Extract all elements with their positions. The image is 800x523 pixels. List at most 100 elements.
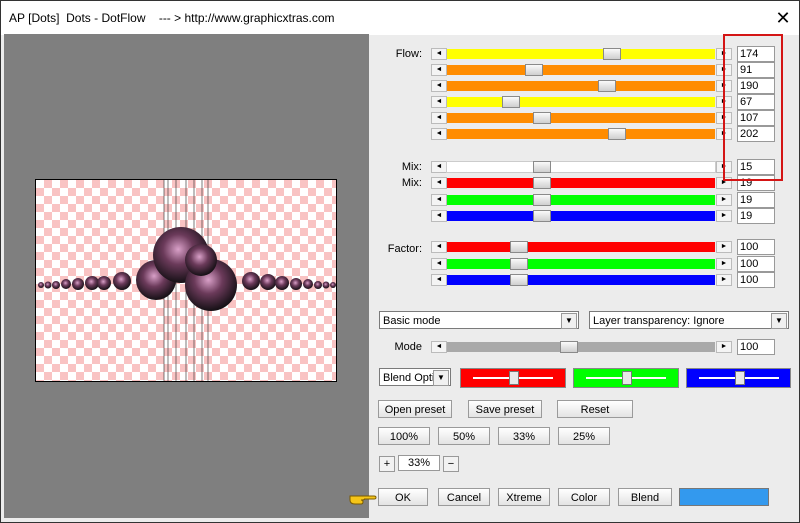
flow-1-slider[interactable] xyxy=(447,48,715,60)
open-preset-button[interactable]: Open preset xyxy=(378,400,452,418)
mix-2-slider[interactable] xyxy=(447,177,715,189)
blue-blend-track xyxy=(699,371,779,385)
flow-5-slider-thumb[interactable] xyxy=(533,112,551,124)
mix-label-2: Mix: xyxy=(401,177,422,189)
preview-image xyxy=(35,179,337,382)
mode-slider-thumb[interactable] xyxy=(560,341,578,353)
green-blend-track xyxy=(586,371,666,385)
factor-3-value[interactable]: 100 xyxy=(737,272,775,288)
layer-transparency-select[interactable]: Layer transparency: Ignore ▼ xyxy=(589,311,789,329)
flow-4-slider[interactable] xyxy=(447,96,715,108)
chevron-down-icon: ▼ xyxy=(433,370,449,386)
zoom-out-button[interactable]: − xyxy=(443,456,459,472)
flow-3-slider[interactable] xyxy=(447,80,715,92)
flow-5-slider[interactable] xyxy=(447,112,715,124)
highlight-box xyxy=(723,34,783,181)
zoom-25-button[interactable]: 25% xyxy=(558,427,610,445)
basic-mode-value: Basic mode xyxy=(383,315,441,327)
blend-color-swatch[interactable] xyxy=(679,488,769,506)
xtreme-button[interactable]: Xtreme xyxy=(498,488,550,506)
factor-1-arrow-right[interactable]: ► xyxy=(716,241,732,253)
zoom-100-button[interactable]: 100% xyxy=(378,427,430,445)
flow-6-arrow-left[interactable]: ◄ xyxy=(431,128,447,140)
factor-2-arrow-right[interactable]: ► xyxy=(716,258,732,270)
flow-3-slider-thumb[interactable] xyxy=(598,80,616,92)
mix-2-arrow-left[interactable]: ◄ xyxy=(431,177,447,189)
mix-2-slider-thumb[interactable] xyxy=(533,177,551,189)
chevron-down-icon: ▼ xyxy=(561,313,577,329)
mix-3-value[interactable]: 19 xyxy=(737,192,775,208)
layer-transparency-value: Layer transparency: Ignore xyxy=(593,315,725,327)
flow-2-slider[interactable] xyxy=(447,64,715,76)
mix-1-arrow-left[interactable]: ◄ xyxy=(431,161,447,173)
window-title: AP [Dots] Dots - DotFlow --- > http://ww… xyxy=(9,11,335,25)
blue-blend-panel[interactable] xyxy=(686,368,791,388)
mode-label: Mode xyxy=(394,341,422,353)
reset-button[interactable]: Reset xyxy=(557,400,633,418)
mode-arrow-right[interactable]: ► xyxy=(716,341,732,353)
green-blend-panel[interactable] xyxy=(573,368,679,388)
zoom-50-button[interactable]: 50% xyxy=(438,427,490,445)
flow-3-arrow-left[interactable]: ◄ xyxy=(431,80,447,92)
green-blend-thumb[interactable] xyxy=(622,371,632,385)
close-icon[interactable]: ✕ xyxy=(773,8,793,28)
flow-4-slider-thumb[interactable] xyxy=(502,96,520,108)
mix-4-arrow-right[interactable]: ► xyxy=(716,210,732,222)
dots-artwork xyxy=(38,180,336,381)
flow-2-slider-thumb[interactable] xyxy=(525,64,543,76)
mix-1-slider-thumb[interactable] xyxy=(533,161,551,173)
factor-2-value[interactable]: 100 xyxy=(737,256,775,272)
color-button[interactable]: Color xyxy=(558,488,610,506)
mix-3-arrow-left[interactable]: ◄ xyxy=(431,194,447,206)
flow-label: Flow: xyxy=(395,48,422,60)
mix-1-slider[interactable] xyxy=(446,161,716,173)
factor-1-slider[interactable] xyxy=(447,241,715,253)
flow-4-arrow-left[interactable]: ◄ xyxy=(431,96,447,108)
cancel-button[interactable]: Cancel xyxy=(438,488,490,506)
flow-1-arrow-left[interactable]: ◄ xyxy=(431,48,447,60)
flow-5-arrow-left[interactable]: ◄ xyxy=(431,112,447,124)
save-preset-button[interactable]: Save preset xyxy=(468,400,542,418)
mode-arrow-left[interactable]: ◄ xyxy=(431,341,447,353)
ok-button[interactable]: OK xyxy=(378,488,428,506)
flow-2-arrow-left[interactable]: ◄ xyxy=(431,64,447,76)
factor-2-slider-thumb[interactable] xyxy=(510,258,528,270)
factor-3-arrow-right[interactable]: ► xyxy=(716,274,732,286)
flow-6-slider[interactable] xyxy=(447,128,715,140)
mix-label: Mix: xyxy=(401,161,422,173)
mix-3-slider-thumb[interactable] xyxy=(533,194,551,206)
zoom-value[interactable]: 33% xyxy=(398,455,440,471)
mix-4-slider[interactable] xyxy=(447,210,715,222)
mode-slider[interactable] xyxy=(447,341,715,353)
zoom-in-button[interactable]: + xyxy=(379,456,395,472)
blend-button[interactable]: Blend xyxy=(618,488,672,506)
zoom-33-button[interactable]: 33% xyxy=(498,427,550,445)
factor-2-arrow-left[interactable]: ◄ xyxy=(431,258,447,270)
factor-2-slider[interactable] xyxy=(447,258,715,270)
chevron-down-icon: ▼ xyxy=(771,313,787,329)
title-bar: AP [Dots] Dots - DotFlow --- > http://ww… xyxy=(1,1,799,35)
blend-option-select[interactable]: Blend Optio ▼ xyxy=(379,368,451,386)
mode-value[interactable]: 100 xyxy=(737,339,775,355)
red-blend-track xyxy=(473,371,553,385)
factor-3-arrow-left[interactable]: ◄ xyxy=(431,274,447,286)
pointing-hand-icon xyxy=(349,495,377,505)
flow-6-slider-thumb[interactable] xyxy=(608,128,626,140)
blue-blend-thumb[interactable] xyxy=(735,371,745,385)
mix-4-slider-thumb[interactable] xyxy=(533,210,551,222)
factor-3-slider[interactable] xyxy=(447,274,715,286)
mix-4-arrow-left[interactable]: ◄ xyxy=(431,210,447,222)
red-blend-panel[interactable] xyxy=(460,368,566,388)
factor-1-arrow-left[interactable]: ◄ xyxy=(431,241,447,253)
factor-3-slider-thumb[interactable] xyxy=(510,274,528,286)
mix-3-arrow-right[interactable]: ► xyxy=(716,194,732,206)
flow-1-slider-thumb[interactable] xyxy=(603,48,621,60)
mix-4-value[interactable]: 19 xyxy=(737,208,775,224)
red-blend-thumb[interactable] xyxy=(509,371,519,385)
blend-option-value: Blend Optio xyxy=(383,372,441,384)
mix-3-slider[interactable] xyxy=(447,194,715,206)
factor-label: Factor: xyxy=(387,243,422,255)
basic-mode-select[interactable]: Basic mode ▼ xyxy=(379,311,579,329)
factor-1-slider-thumb[interactable] xyxy=(510,241,528,253)
factor-1-value[interactable]: 100 xyxy=(737,239,775,255)
